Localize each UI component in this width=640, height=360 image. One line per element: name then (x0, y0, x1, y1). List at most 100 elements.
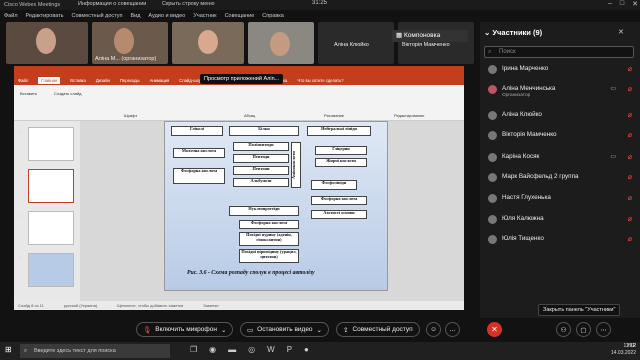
participant-face (198, 30, 218, 54)
maximize-icon[interactable]: □ (620, 0, 624, 8)
video-tile[interactable] (172, 22, 244, 64)
clock-date[interactable]: 14.03.2022 (602, 350, 636, 357)
slide-number: 10 (18, 213, 23, 218)
participants-button[interactable]: ⚇ (556, 322, 571, 337)
menu-item[interactable]: Аудио и видео (148, 13, 185, 19)
camera-icon: ▭ (610, 86, 616, 92)
participant-row[interactable]: Вікторія Мамченко ⌀ (484, 130, 634, 144)
menu-item[interactable]: Редактировать (26, 13, 64, 19)
ppt-tab[interactable]: Переходы (120, 78, 140, 83)
notes-button[interactable]: Заметки (203, 303, 218, 308)
participant-row[interactable]: Юлія Тищенко ⌀ (484, 234, 634, 248)
mic-muted-icon[interactable]: ⌀ (628, 215, 632, 223)
layout-button[interactable]: ▦ Компоновка (392, 30, 468, 42)
close-icon[interactable]: ✕ (632, 0, 638, 8)
diagram-box: Гліцерин (315, 146, 367, 155)
new-slide-button[interactable]: Создать слайд (54, 91, 81, 96)
diagram-box: Гліколі (171, 126, 223, 136)
menu-item[interactable]: Совместный доступ (72, 13, 123, 19)
video-tile[interactable]: Аліна Клюйко (318, 22, 394, 64)
share-button[interactable]: ⇪ Совместный доступ (336, 322, 420, 337)
folder-icon[interactable]: ▬ (228, 345, 236, 354)
webex-icon[interactable]: ● (304, 345, 309, 354)
slide-thumbnail[interactable] (28, 253, 74, 287)
ppt-tab[interactable]: Анимация (150, 78, 170, 83)
close-panel-tooltip: Закрыть панель "Участники" (538, 304, 621, 316)
mic-muted-icon[interactable]: ⌀ (628, 194, 632, 202)
editing-group-label: Редактирование (394, 113, 425, 118)
video-tile[interactable]: Аліна М... (организатор) (92, 22, 168, 64)
slide-counter: Слайд 8 из 11 (18, 303, 44, 308)
participant-row[interactable]: Каріна Косяк ▭ ⌀ (484, 152, 634, 166)
tile-name: Аліна Клюйко (334, 42, 369, 48)
avatar (488, 85, 497, 94)
participant-row[interactable]: Настя Глухенька ⌀ (484, 193, 634, 207)
ppt-tab[interactable]: Вставка (70, 78, 86, 83)
window-controls[interactable]: – □ ✕ (608, 0, 638, 8)
notes-hint[interactable]: Щелкните, чтобы добавить заметки (117, 303, 183, 308)
share-icon: ⇪ (343, 326, 349, 334)
mic-muted-icon[interactable]: ⌀ (628, 131, 632, 139)
avatar (488, 131, 497, 140)
taskbar-search[interactable]: ⌕ Введите здесь текст для поиска (20, 344, 170, 358)
menu-item[interactable]: Файл (4, 13, 18, 19)
diagram-box: Альбумози (233, 178, 289, 187)
edge-icon[interactable]: ◉ (209, 345, 216, 354)
slide[interactable]: Гліколі Молочна кислота Фосфорна кислота… (164, 121, 388, 291)
menu-item[interactable]: Участник (193, 13, 216, 19)
participant-row[interactable]: Аліна Клюйко ⌀ (484, 110, 634, 124)
menu-item[interactable]: Справка (262, 13, 284, 19)
more-panels-button[interactable]: ⋯ (596, 322, 611, 337)
avatar (488, 194, 497, 203)
video-tile[interactable] (6, 22, 88, 64)
ppt-tab[interactable]: Файл (18, 78, 28, 83)
language-status: русский (Украина) (63, 303, 98, 308)
word-icon[interactable]: W (267, 345, 275, 354)
more-button[interactable]: … (445, 322, 460, 337)
powerpoint-icon[interactable]: P (287, 345, 292, 354)
avatar (488, 65, 497, 74)
slide-thumbnail[interactable] (28, 127, 74, 161)
participant-row[interactable]: Юля Калюжна ⌀ (484, 214, 634, 228)
diagram-box: Поліпептиди (233, 142, 289, 151)
end-call-button[interactable]: ✕ (487, 322, 502, 337)
mic-muted-icon[interactable]: ⌀ (628, 85, 632, 93)
windows-start-icon[interactable]: ⊞ (5, 345, 12, 354)
close-panel-icon[interactable]: ✕ (618, 28, 624, 36)
reactions-button[interactable]: ☺ (426, 322, 441, 337)
mic-muted-icon[interactable]: ⌀ (628, 235, 632, 243)
mic-button[interactable]: 🎙 Включить микрофон ⌄ (136, 322, 234, 337)
mic-muted-icon[interactable]: ⌀ (628, 65, 632, 73)
participant-row[interactable]: Ірина Марченко ⌀ (484, 64, 634, 78)
panel-title[interactable]: ⌄ Участники (9) (484, 28, 542, 37)
diagram-box: Похідні пурину (аденін, гіпоксантин) (239, 232, 299, 246)
ppt-tab[interactable]: Дизайн (96, 78, 110, 83)
participant-row[interactable]: Аліна Менчинська Организатор ▭ ⌀ (484, 84, 634, 98)
video-tile[interactable] (248, 22, 314, 64)
ppt-tell-me[interactable]: Что вы хотите сделать? (297, 78, 343, 83)
diagram-box: Жирні кислоти (315, 158, 367, 167)
paste-button[interactable]: Вставить (20, 91, 37, 96)
participant-search[interactable]: ⌕ Поиск (484, 46, 634, 58)
slide-thumbnail[interactable] (28, 211, 74, 245)
video-button[interactable]: ▭ Остановить видео ⌄ (240, 322, 329, 337)
hide-menu-link[interactable]: Скрыть строку меню (162, 1, 214, 7)
slide-thumbnail-selected[interactable] (28, 169, 74, 203)
ppt-tab[interactable]: Слайд-шоу (179, 78, 201, 83)
grid-icon: ▦ (396, 32, 404, 39)
participant-row[interactable]: Марк Вайсфельд 2 группа ⌀ (484, 172, 634, 186)
meeting-info-link[interactable]: Информация о совещании (78, 1, 146, 7)
chrome-icon[interactable]: ◎ (248, 345, 255, 354)
menu-item[interactable]: Совещание (225, 13, 255, 19)
mic-muted-icon[interactable]: ⌀ (628, 173, 632, 181)
menu-item[interactable]: Вид (130, 13, 140, 19)
ppt-tab-active[interactable]: Главная (38, 77, 61, 84)
mic-muted-icon[interactable]: ⌀ (628, 111, 632, 119)
clock-time[interactable]: 12:12 (602, 343, 636, 350)
camera-icon: ▭ (610, 154, 616, 160)
chat-button[interactable]: ▢ (576, 322, 591, 337)
mic-muted-icon[interactable]: ⌀ (628, 153, 632, 161)
minimize-icon[interactable]: – (608, 0, 612, 8)
video-tile[interactable]: Вікторія Мамченко (398, 22, 474, 64)
task-view-icon[interactable]: ❐ (190, 345, 197, 354)
